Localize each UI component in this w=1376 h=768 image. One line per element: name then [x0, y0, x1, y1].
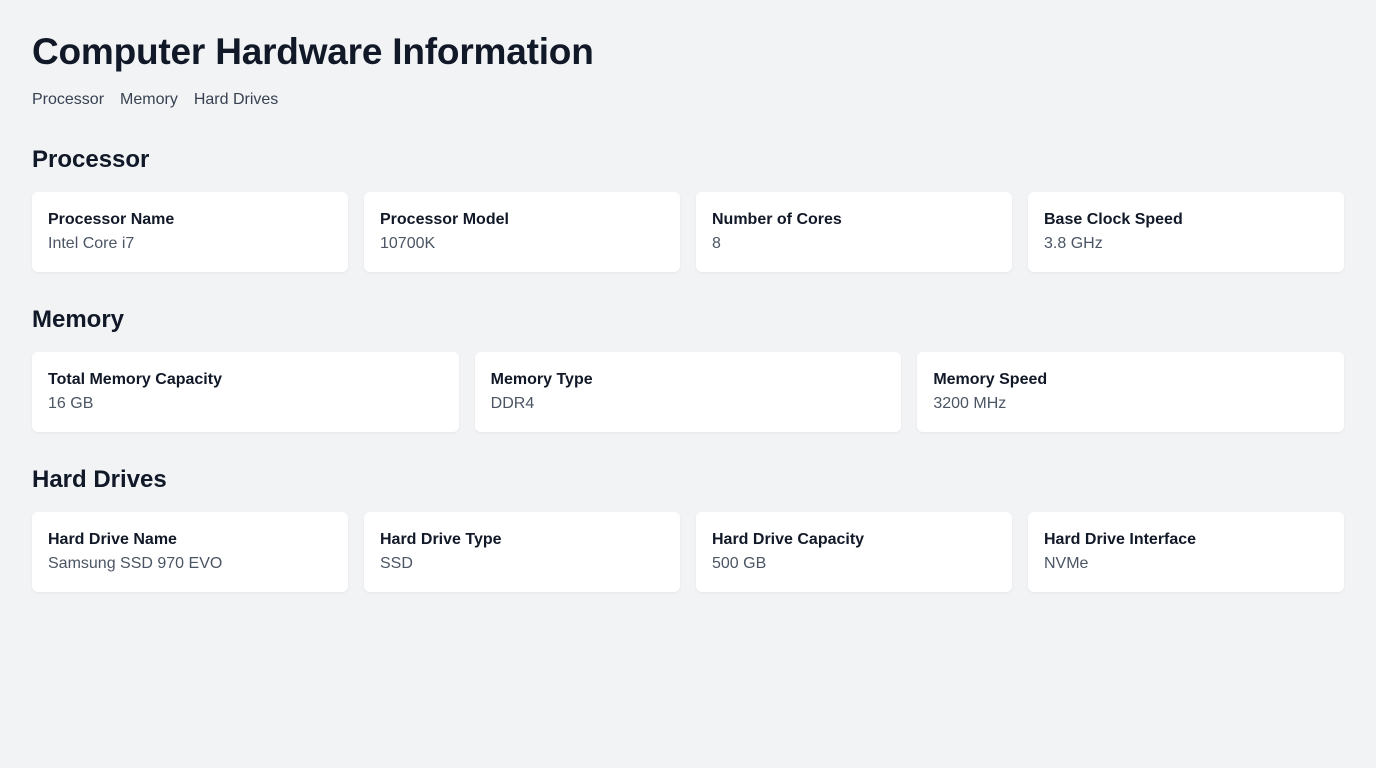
card-label: Hard Drive Capacity	[712, 531, 865, 548]
card-label: Processor Name	[48, 211, 175, 228]
hard-drive-cards: Hard Drive Name Samsung SSD 970 EVO Hard…	[32, 512, 1344, 592]
card-label: Processor Model	[380, 211, 509, 228]
info-card-hard-drive-name: Hard Drive Name Samsung SSD 970 EVO	[32, 512, 348, 592]
card-value: 8	[712, 235, 721, 252]
card-label: Total Memory Capacity	[48, 371, 222, 388]
info-card-memory-type: Memory Type DDR4	[474, 352, 902, 432]
nav-link-memory[interactable]: Memory	[120, 90, 178, 110]
card-value: 3200 MHz	[933, 395, 1007, 412]
info-card-processor-name: Processor Name Intel Core i7	[32, 192, 348, 272]
card-value: Intel Core i7	[48, 235, 135, 252]
card-label: Memory Type	[490, 371, 593, 388]
card-label: Base Clock Speed	[1044, 211, 1183, 228]
info-card-hard-drive-interface: Hard Drive Interface NVMe	[1028, 512, 1344, 592]
section-nav: Processor Memory Hard Drives	[32, 90, 1344, 110]
processor-cards: Processor Name Intel Core i7 Processor M…	[32, 192, 1344, 272]
card-label: Hard Drive Type	[380, 531, 502, 548]
hard-drives-section: Hard Drives Hard Drive Name Samsung SSD …	[32, 432, 1344, 592]
card-label: Memory Speed	[933, 371, 1048, 388]
card-label: Hard Drive Interface	[1044, 531, 1197, 548]
page-title: Computer Hardware Information	[32, 31, 594, 72]
nav-link-processor[interactable]: Processor	[32, 90, 104, 110]
nav-link-hard-drives[interactable]: Hard Drives	[194, 90, 278, 110]
section-title-hard-drives: Hard Drives	[32, 466, 167, 493]
card-value: 16 GB	[48, 395, 94, 412]
info-card-hard-drive-type: Hard Drive Type SSD	[364, 512, 680, 592]
section-title-memory: Memory	[32, 306, 125, 333]
card-value: 3.8 GHz	[1044, 235, 1103, 252]
processor-section: Processor Processor Name Intel Core i7 P…	[32, 110, 1344, 272]
section-title-processor: Processor	[32, 146, 150, 173]
info-card-number-of-cores: Number of Cores 8	[696, 192, 1012, 272]
info-card-base-clock-speed: Base Clock Speed 3.8 GHz	[1028, 192, 1344, 272]
card-value: SSD	[380, 555, 413, 572]
memory-cards: Total Memory Capacity 16 GB Memory Type …	[32, 352, 1344, 432]
info-card-memory-speed: Memory Speed 3200 MHz	[917, 352, 1344, 432]
card-value: NVMe	[1044, 555, 1089, 572]
card-value: 500 GB	[712, 555, 767, 572]
info-card-hard-drive-capacity: Hard Drive Capacity 500 GB	[696, 512, 1012, 592]
memory-section: Memory Total Memory Capacity 16 GB Memor…	[32, 272, 1344, 432]
info-card-total-memory-capacity: Total Memory Capacity 16 GB	[32, 352, 459, 432]
card-value: 10700K	[380, 235, 436, 252]
card-value: DDR4	[490, 395, 535, 412]
page: Computer Hardware Information Processor …	[0, 0, 1376, 592]
info-card-processor-model: Processor Model 10700K	[364, 192, 680, 272]
card-label: Number of Cores	[712, 211, 842, 228]
card-label: Hard Drive Name	[48, 531, 177, 548]
card-value: Samsung SSD 970 EVO	[48, 555, 223, 572]
